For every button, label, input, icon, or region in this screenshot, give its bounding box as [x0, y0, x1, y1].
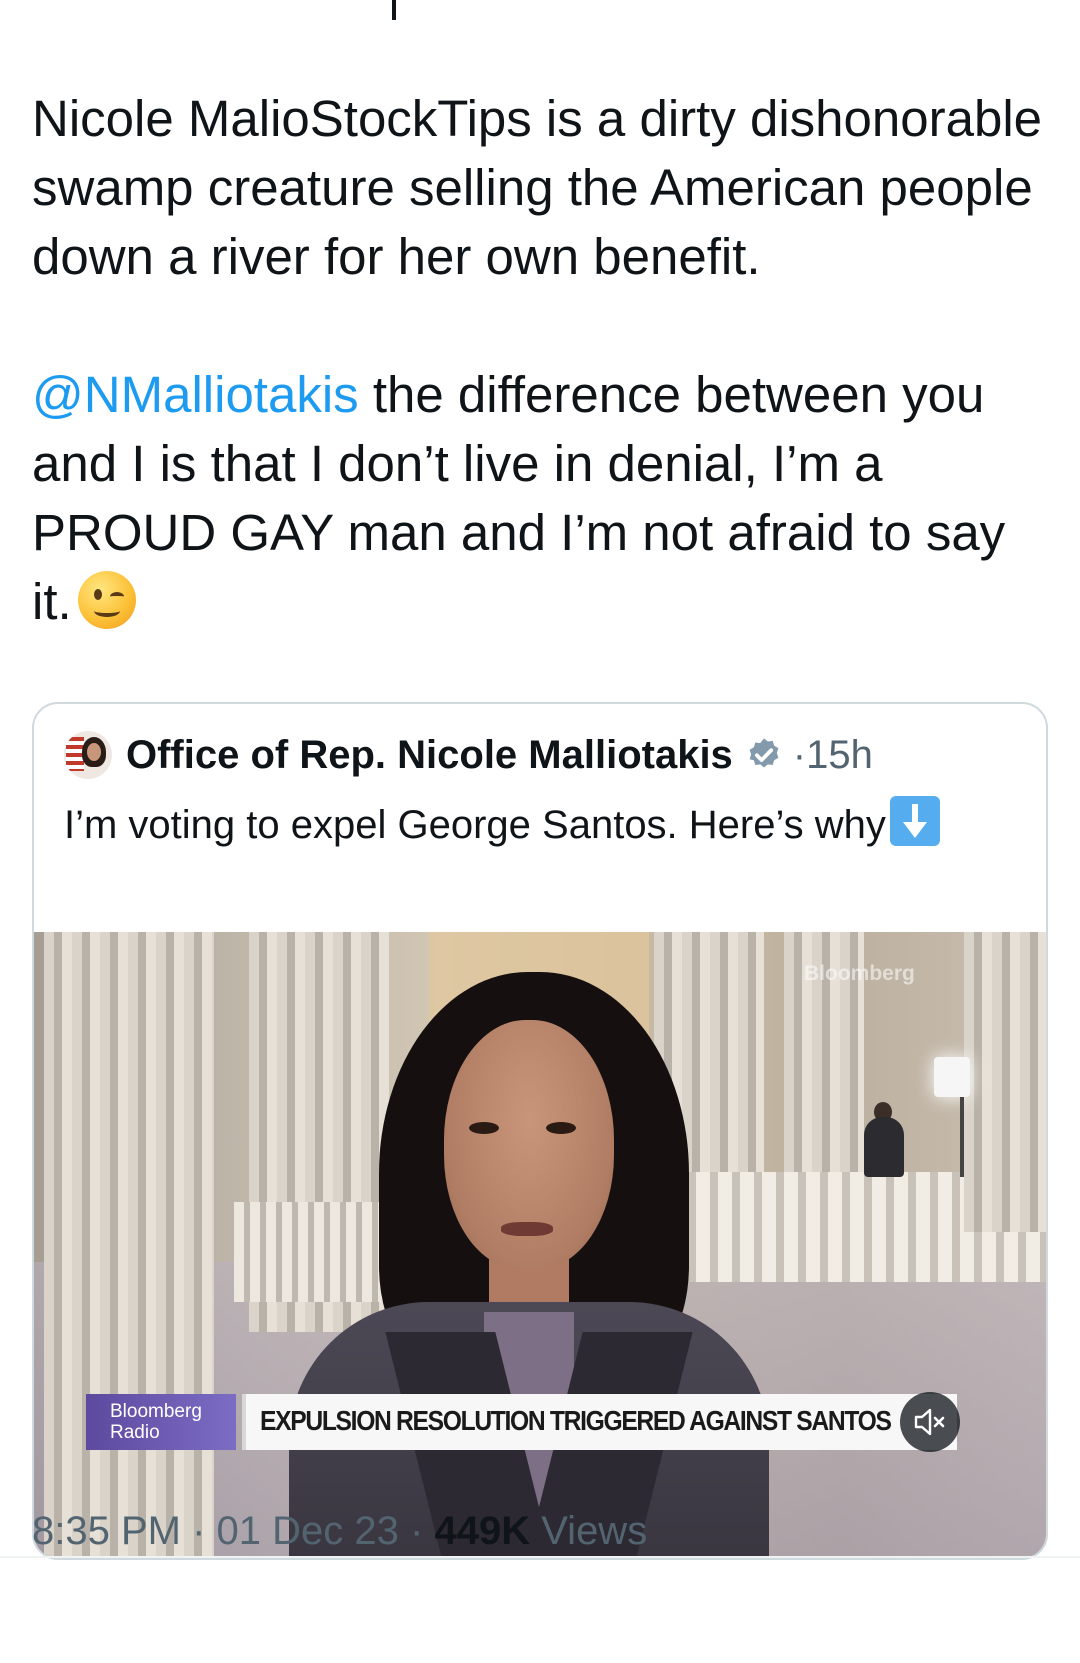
winking-face-emoji-icon	[77, 571, 136, 629]
quoted-timestamp[interactable]: ·15h	[793, 733, 873, 778]
station-label: Bloomberg Radio	[86, 1394, 236, 1450]
divider	[0, 1556, 1080, 1558]
video-player[interactable]: Bloomberg Bloomberg Radio EXPULSION RESO…	[34, 932, 1046, 1558]
tweet-metadata: 8:35 PM · 01 Dec 23 · 449K Views	[32, 1509, 648, 1553]
speaker-muted-icon	[914, 1408, 945, 1436]
tweet-detail-page: Nicole MalioStockTips is a dirty dishono…	[0, 0, 1080, 1663]
verified-badge-icon	[749, 738, 779, 768]
post-time[interactable]: 8:35 PM	[32, 1509, 181, 1553]
views-count: 449K	[434, 1509, 531, 1553]
post-date[interactable]: 01 Dec 23	[217, 1509, 399, 1553]
quoted-tweet-card[interactable]: Office of Rep. Nicole Malliotakis ·15h I…	[32, 702, 1048, 1560]
down-arrow-emoji-icon	[889, 796, 940, 846]
quoted-tweet-header: Office of Rep. Nicole Malliotakis ·15h	[64, 729, 873, 781]
mention-link[interactable]: @NMalliotakis	[32, 366, 359, 423]
mute-toggle-button[interactable]	[900, 1392, 960, 1452]
quoted-tweet-text: I’m voting to expel George Santos. Here’…	[64, 796, 1004, 854]
tweet-paragraph-2: @NMalliotakis the difference between you…	[32, 360, 1052, 636]
quoted-author-name[interactable]: Office of Rep. Nicole Malliotakis	[126, 733, 733, 778]
views-label: Views	[541, 1509, 648, 1553]
clipped-text-fragment	[392, 0, 396, 20]
avatar[interactable]	[64, 731, 112, 779]
tweet-paragraph-1: Nicole MalioStockTips is a dirty dishono…	[32, 90, 1043, 285]
news-chyron: EXPULSION RESOLUTION TRIGGERED AGAINST S…	[242, 1394, 957, 1450]
tweet-body: Nicole MalioStockTips is a dirty dishono…	[32, 84, 1052, 636]
video-watermark: Bloomberg	[804, 962, 915, 985]
studio-light	[934, 1057, 970, 1097]
